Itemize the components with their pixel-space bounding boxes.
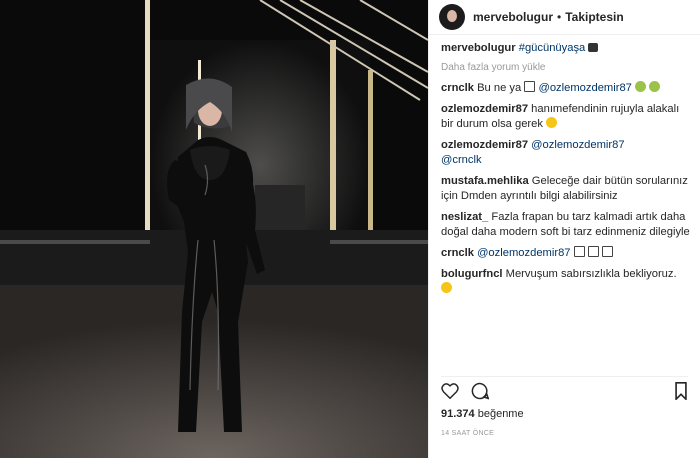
comment-username[interactable]: crnclk <box>441 247 474 259</box>
comment-text: Mervuşum sabırsızlıkla bekliyoruz. <box>505 268 677 280</box>
bookmark-icon[interactable] <box>674 381 688 405</box>
instagram-post: mervebolugur • Takiptesin mervebolugur #… <box>0 0 700 458</box>
comment-username[interactable]: crnclk <box>441 82 474 94</box>
glyph-icon <box>601 246 613 257</box>
comment-item: bolugurfncl Mervuşum sabırsızlıkla bekli… <box>441 267 690 297</box>
comment-item: ozlemozdemir87 @ozlemozdemir87 @crnclk <box>441 138 690 168</box>
avatar[interactable] <box>439 4 465 30</box>
comment-item: neslizat_ Fazla frapan bu tarz kalmadi a… <box>441 210 690 240</box>
likes-number: 91.374 <box>441 408 475 420</box>
comment-item: ozlemozdemir87 hanımefendinin rujuyla al… <box>441 102 690 132</box>
laughing-emoji-icon <box>635 81 647 92</box>
comment-mention[interactable]: @crnclk <box>441 154 482 166</box>
comment-item: crnclk Bu ne ya @ozlemozdemir87 <box>441 81 690 96</box>
comment-mention[interactable]: @ozlemozdemir87 <box>538 82 631 94</box>
glyph-icon <box>573 246 585 257</box>
likes-label: beğenme <box>477 408 524 420</box>
post-photo-image <box>0 0 428 458</box>
glyph-icon <box>524 81 536 92</box>
header-username[interactable]: mervebolugur <box>473 10 553 24</box>
thinking-emoji-icon <box>546 117 558 128</box>
post-photo[interactable] <box>0 0 428 458</box>
post-timestamp[interactable]: 14 SAAT ÖNCE <box>441 430 494 437</box>
comment-mention[interactable]: @ozlemozdemir87 <box>477 247 570 259</box>
glyph-icon <box>587 246 599 257</box>
comment-username[interactable]: ozlemozdemir87 <box>441 139 528 151</box>
comment-item: crnclk @ozlemozdemir87 <box>441 246 690 261</box>
heart-icon[interactable] <box>441 382 459 404</box>
load-more-comments-link[interactable]: Daha fazla yorum yükle <box>441 62 690 73</box>
comment-username[interactable]: neslizat_ <box>441 211 488 223</box>
caption-hashtag[interactable]: #gücünüyaşa <box>519 42 586 54</box>
clapperboard-icon <box>588 43 599 52</box>
comment-mention[interactable]: @ozlemozdemir87 <box>531 139 624 151</box>
comment-item: mustafa.mehlika Geleceğe dair bütün soru… <box>441 174 690 204</box>
post-sidebar: mervebolugur • Takiptesin mervebolugur #… <box>428 0 700 458</box>
action-bar <box>441 376 688 405</box>
comment-username[interactable]: mustafa.mehlika <box>441 175 529 187</box>
comment-username[interactable]: ozlemozdemir87 <box>441 103 528 115</box>
caption: mervebolugur #gücünüyaşa <box>441 41 690 56</box>
likes-count[interactable]: 91.374 beğenme <box>441 408 524 420</box>
comment-username[interactable]: bolugurfncl <box>441 268 503 280</box>
caption-username[interactable]: mervebolugur <box>441 42 516 54</box>
smiling-emoji-icon <box>441 282 452 293</box>
follow-status-button[interactable]: Takiptesin <box>565 10 623 24</box>
comments-list: mervebolugur #gücünüyaşa Daha fazla yoru… <box>429 35 700 367</box>
laughing-emoji-icon <box>649 81 661 92</box>
comment-icon[interactable] <box>471 382 490 405</box>
separator-dot: • <box>557 10 562 24</box>
comment-text: Bu ne ya <box>477 82 522 94</box>
post-header: mervebolugur • Takiptesin <box>429 0 700 35</box>
